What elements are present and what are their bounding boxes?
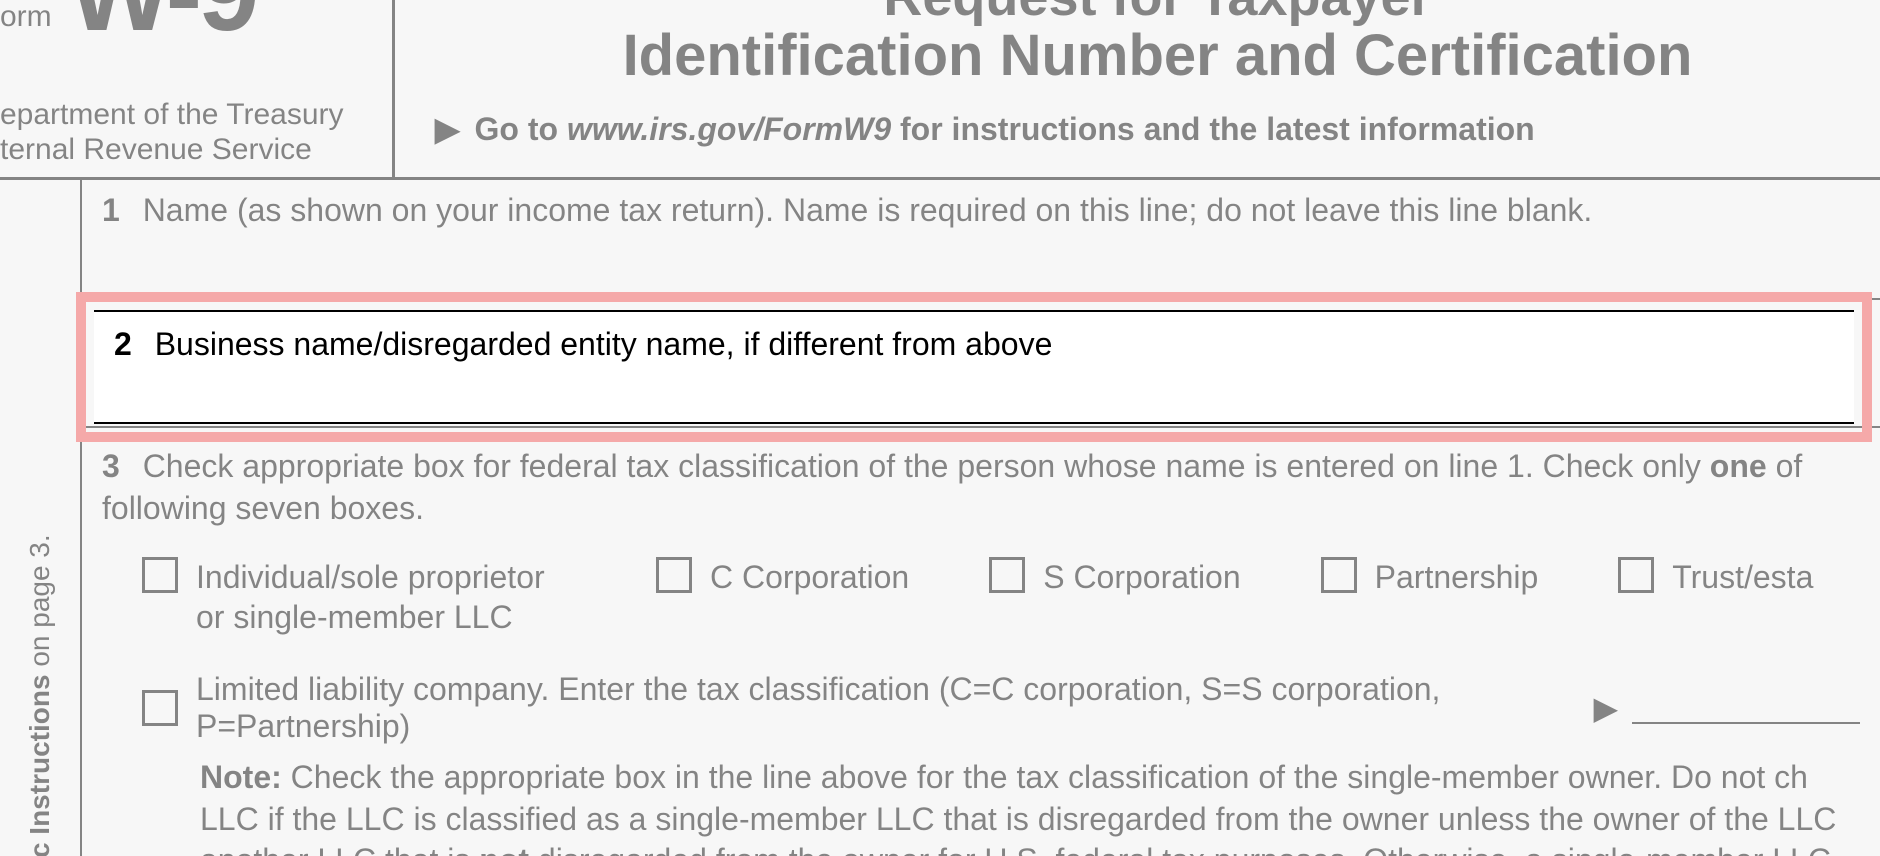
sidebar: Print or type. fic Instructions on page … [0, 180, 82, 856]
dept-line-2: ternal Revenue Service [0, 133, 382, 168]
checkbox-s-corp[interactable]: S Corporation [989, 557, 1240, 597]
line-1-number: 1 [102, 192, 120, 228]
checkbox-c-corp-label: C Corporation [710, 557, 909, 597]
checkbox-llc-label: Limited liability company. Enter the tax… [196, 671, 1590, 745]
form-title-main: Identification Number and Certification [435, 24, 1880, 88]
line-1-label: Name (as shown on your income tax return… [143, 192, 1593, 228]
classification-row: Individual/sole proprietor or single-mem… [142, 557, 1860, 637]
checkbox-individual-label: Individual/sole proprietor or single-mem… [196, 557, 576, 637]
right-arrow-icon: ▶ [1594, 689, 1619, 727]
checkbox-icon[interactable] [1321, 557, 1357, 593]
department-block: epartment of the Treasury ternal Revenue… [0, 98, 382, 167]
checkbox-llc-row[interactable]: Limited liability company. Enter the tax… [142, 671, 1860, 745]
note-label: Note: [200, 759, 282, 795]
checkbox-c-corp[interactable]: C Corporation [656, 557, 909, 597]
goto-line: ▶ Go to www.irs.gov/FormW9 for instructi… [435, 110, 1880, 148]
line-2-placeholder [82, 300, 1880, 428]
note-not: not [479, 842, 529, 856]
llc-note: Note: Check the appropriate box in the l… [200, 757, 1860, 856]
line-3-number: 3 [102, 448, 120, 484]
right-arrow-icon: ▶ [435, 110, 460, 148]
sidebar-instr-bold: fic Instructions [24, 674, 55, 856]
sidebar-instr-rest: on page 3. [24, 534, 55, 674]
checkbox-icon[interactable] [989, 557, 1025, 593]
goto-suffix: for instructions and the latest informat… [900, 111, 1535, 147]
line-3-one: one [1710, 448, 1767, 484]
form-body: Print or type. fic Instructions on page … [0, 180, 1880, 856]
fields-area: 1 Name (as shown on your income tax retu… [82, 180, 1880, 856]
checkbox-icon[interactable] [1618, 557, 1654, 593]
goto-url: www.irs.gov/FormW9 [567, 111, 891, 147]
goto-prefix: Go to [475, 111, 559, 147]
checkbox-partnership[interactable]: Partnership [1321, 557, 1539, 597]
checkbox-icon[interactable] [656, 557, 692, 593]
checkbox-trust[interactable]: Trust/esta [1618, 557, 1813, 597]
form-title-top: Request for Taxpayer [435, 0, 1880, 24]
checkbox-icon[interactable] [142, 690, 178, 726]
line-3-text-a: Check appropriate box for federal tax cl… [143, 448, 1710, 484]
dept-line-1: epartment of the Treasury [0, 98, 382, 133]
llc-classification-input[interactable] [1632, 692, 1860, 724]
form-header: orm W-9 epartment of the Treasury ternal… [0, 0, 1880, 180]
form-code-line: orm W-9 [0, 0, 382, 34]
form-word: orm [0, 0, 52, 33]
line-1[interactable]: 1 Name (as shown on your income tax retu… [82, 180, 1880, 300]
checkbox-individual[interactable]: Individual/sole proprietor or single-mem… [142, 557, 576, 637]
line-3-instruction: 3 Check appropriate box for federal tax … [102, 446, 1860, 529]
form-code: W-9 [68, 0, 255, 26]
checkbox-s-corp-label: S Corporation [1043, 557, 1240, 597]
checkbox-icon[interactable] [142, 557, 178, 593]
sidebar-rotated-text: Print or type. fic Instructions on page … [24, 534, 56, 856]
w9-form: orm W-9 epartment of the Treasury ternal… [0, 0, 1880, 856]
header-left: orm W-9 epartment of the Treasury ternal… [0, 0, 395, 177]
header-right: Request for Taxpayer Identification Numb… [395, 0, 1880, 177]
checkbox-trust-label: Trust/esta [1672, 557, 1813, 597]
checkbox-partnership-label: Partnership [1375, 557, 1539, 597]
line-3: 3 Check appropriate box for federal tax … [82, 428, 1880, 856]
